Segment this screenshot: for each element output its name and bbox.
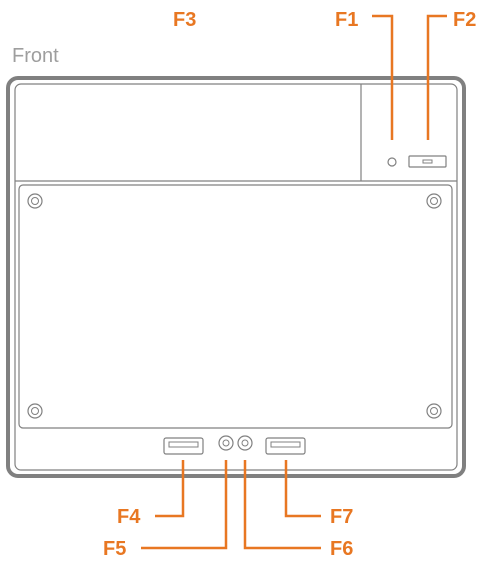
leader-line-f6 bbox=[243, 460, 321, 550]
callout-f7: F7 bbox=[330, 506, 353, 528]
usb-port-icon bbox=[163, 437, 204, 455]
audio-jack-icon bbox=[218, 435, 234, 451]
callout-f3: F3 bbox=[173, 9, 196, 31]
callout-f2: F2 bbox=[453, 9, 476, 31]
audio-jack-icon bbox=[237, 435, 253, 451]
chassis-outer-frame bbox=[6, 76, 466, 478]
front-panel-diagram: Front F3 F1 F2 F4 F7 F5 F6 bbox=[6, 9, 476, 560]
leader-line-f7 bbox=[284, 460, 321, 518]
callout-f4: F4 bbox=[117, 506, 141, 528]
screw-bottom-left bbox=[27, 403, 43, 419]
power-button-icon bbox=[408, 155, 447, 168]
chassis-inner-frame bbox=[14, 83, 458, 471]
leader-line-f4 bbox=[155, 460, 185, 518]
callout-f5: F5 bbox=[103, 538, 126, 560]
screw-top-right bbox=[426, 193, 442, 209]
screw-bottom-right bbox=[426, 403, 442, 419]
callout-f1: F1 bbox=[335, 9, 358, 31]
callout-f6: F6 bbox=[330, 538, 353, 560]
screw-top-left bbox=[27, 193, 43, 209]
usb-port-icon bbox=[265, 437, 306, 455]
power-led-icon bbox=[387, 157, 397, 167]
leader-lines bbox=[141, 14, 447, 550]
view-label: Front bbox=[12, 45, 59, 67]
main-panel bbox=[18, 184, 453, 429]
